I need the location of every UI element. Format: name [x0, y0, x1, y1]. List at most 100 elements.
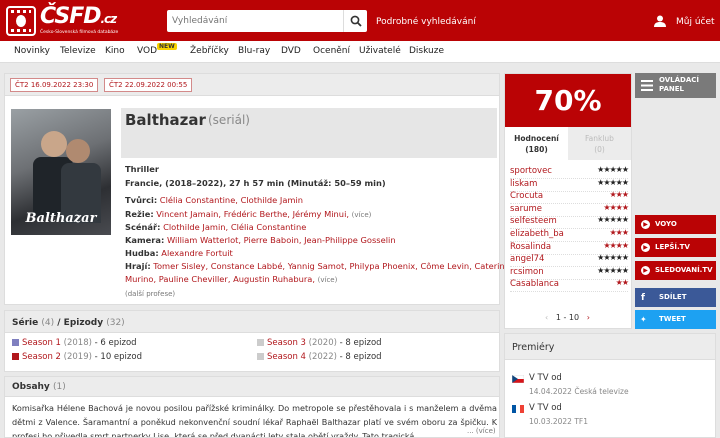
rating-panel: 70% Hodnocení (180) Fanklub (0) sportovec ★… — [504, 73, 632, 329]
search-input[interactable] — [167, 10, 343, 32]
nav-item-televize[interactable]: Televize — [60, 46, 96, 56]
synopsis-header: Obsahy (1) — [5, 377, 499, 397]
czech-flag-icon — [512, 375, 524, 383]
camera: Kamera: William Watterlot, Pierre Baboin… — [125, 235, 396, 245]
rating-row: Casablanca ★★ — [510, 278, 629, 293]
music: Hudba: Alexandre Fortuit — [125, 248, 233, 258]
director: Režie: Vincent Jamain, Frédéric Berthe, … — [125, 209, 372, 219]
cast-continued: Murino, Pauline Cheviller, Augustin Ruha… — [125, 274, 338, 284]
genre: Thriller — [125, 164, 159, 174]
logo[interactable]: ČSFD.cz Česko-Slovenská filmová databáze — [6, 4, 124, 38]
voyo-button[interactable]: ▶ VOYO — [635, 215, 716, 234]
rating-percent: 70% — [505, 74, 631, 127]
creators: Tvůrci: Clélia Constantine, Clothilde Ja… — [125, 195, 304, 205]
rating-stars: ★★★★★ — [597, 215, 629, 225]
premiere-item: V TV od 10.03.2022 TF1 — [512, 402, 708, 432]
rating-stars: ★★★★★ — [597, 253, 629, 263]
rating-pager: ‹ 1 - 10 › — [545, 313, 590, 322]
twitter-icon: ✦ — [640, 315, 647, 324]
rating-user-link[interactable]: sarume — [510, 204, 542, 214]
menu-icon — [641, 80, 653, 91]
tab-ratings[interactable]: Hodnocení (180) — [505, 127, 568, 160]
season-item[interactable]: Season 4 (2022) - 8 epizod — [257, 352, 382, 362]
control-panel-button[interactable]: OVLÁDACÍ PANEL — [635, 73, 716, 98]
nav-item-oceneni[interactable]: Ocenění — [313, 46, 350, 56]
season-item[interactable]: Season 1 (2018) - 6 epizod — [12, 338, 137, 348]
more-link[interactable]: (více) — [318, 276, 338, 284]
rating-user-link[interactable]: selfesteem — [510, 216, 557, 226]
lepsi-tv-button[interactable]: ▶ LEPŠÍ.TV — [635, 238, 716, 257]
rating-stars: ★★★★★ — [597, 165, 629, 174]
rating-stars: ★★★ — [609, 228, 628, 237]
user-icon — [654, 15, 666, 27]
search-icon — [350, 15, 362, 27]
new-badge: NEW — [157, 43, 177, 50]
screenplay: Scénář: Clothilde Jamin, Clélia Constant… — [125, 222, 307, 232]
nav-item-diskuze[interactable]: Diskuze — [409, 46, 444, 56]
nav-item-dvd[interactable]: DVD — [281, 46, 301, 56]
rating-stars: ★★ — [615, 278, 629, 288]
search-box — [167, 10, 367, 32]
season-color-square — [257, 339, 264, 346]
nav-item-zebricky[interactable]: Žebříčky — [190, 46, 229, 56]
rating-stars: ★★★★★ — [597, 177, 629, 187]
film-kind: (seriál) — [208, 113, 250, 127]
synopsis-more-link[interactable]: ... (více) — [467, 427, 496, 435]
tab-fanclub[interactable]: Fanklub (0) — [568, 127, 631, 160]
pager-prev[interactable]: ‹ — [545, 313, 548, 322]
season-item[interactable]: Season 2 (2019) - 10 epizod — [12, 352, 142, 362]
series-box: Série (4) / Epizody (32) Season 1 (2018)… — [4, 310, 500, 372]
logo-tagline: Česko-Slovenská filmová databáze — [40, 30, 119, 35]
french-flag-icon — [512, 405, 524, 413]
tv-dates-bar: ČT2 16.09.2022 23:30 ČT2 22.09.2022 00:5… — [5, 74, 499, 96]
nav-item-vod[interactable]: VOD — [137, 46, 157, 56]
nav-item-bluray[interactable]: Blu-ray — [238, 46, 270, 56]
main-nav: Novinky Televize Kino VOD NEW Žebříčky B… — [0, 41, 720, 63]
tv-date[interactable]: ČT2 16.09.2022 23:30 — [10, 78, 99, 92]
season-color-square — [12, 339, 19, 346]
pager-next[interactable]: › — [587, 313, 590, 322]
rating-user-link[interactable]: rcsimon — [510, 267, 544, 277]
film-icon — [6, 6, 36, 36]
twitter-tweet-button[interactable]: ✦ TWEET — [635, 310, 716, 329]
sledovani-tv-button[interactable]: ▶ SLEDOVANÍ.TV — [635, 261, 716, 280]
rating-stars: ★★★★ — [603, 240, 629, 250]
more-link[interactable]: (více) — [352, 211, 372, 219]
premieres-header: Premiéry — [505, 334, 715, 360]
season-item[interactable]: Season 3 (2020) - 8 epizod — [257, 338, 382, 348]
synopsis-box: Obsahy (1) Komisařka Hélene Bachová je n… — [4, 376, 500, 438]
advanced-search-link[interactable]: Podrobné vyhledávání — [376, 17, 476, 27]
rating-user-link[interactable]: liskam — [510, 179, 537, 189]
poster[interactable]: Balthazar — [11, 109, 111, 235]
pager-range: 1 - 10 — [555, 313, 580, 322]
rating-stars: ★★★ — [609, 190, 628, 200]
play-icon: ▶ — [641, 243, 650, 252]
tv-date[interactable]: ČT2 22.09.2022 00:55 — [104, 78, 193, 92]
rating-stars: ★★★★ — [603, 202, 629, 212]
film-title-bar: Balthazar (seriál) — [121, 108, 497, 158]
cast: Hrají: Tomer Sisley, Constance Labbé, Ya… — [125, 261, 510, 271]
nav-item-kino[interactable]: Kino — [105, 46, 125, 56]
film-box: ČT2 16.09.2022 23:30 ČT2 22.09.2022 00:5… — [4, 73, 510, 305]
rating-user-link[interactable]: sportovec — [510, 166, 552, 176]
premiere-item: V TV od 14.04.2022 Česká televize — [512, 372, 708, 402]
nav-item-uzivatele[interactable]: Uživatelé — [359, 46, 401, 56]
series-header: Série (4) / Epizody (32) — [5, 311, 499, 333]
top-bar: ČSFD.cz Česko-Slovenská filmová databáze… — [0, 0, 720, 41]
facebook-share-button[interactable]: f SDÍLET — [635, 288, 716, 307]
logo-brand: ČSFD.cz — [40, 4, 117, 29]
rating-user-link[interactable]: elizabeth_ba — [510, 229, 564, 239]
nav-item-novinky[interactable]: Novinky — [14, 46, 50, 56]
rating-stars: ★★★★★ — [597, 265, 629, 275]
play-icon: ▶ — [641, 220, 650, 229]
other-professions: (další profese) — [125, 290, 176, 298]
rating-user-link[interactable]: angel74 — [510, 254, 544, 264]
rating-user-link[interactable]: Crocuta — [510, 191, 543, 201]
rating-user-link[interactable]: Casablanca — [510, 279, 559, 289]
rating-row: rcsimon ★★★★★ — [510, 265, 629, 280]
season-color-square — [12, 353, 19, 360]
search-button[interactable] — [343, 10, 367, 32]
poster-title: Balthazar — [25, 211, 97, 226]
rating-user-link[interactable]: Rosalinda — [510, 242, 551, 252]
premieres-box: Premiéry V TV od 14.04.2022 Česká televi… — [504, 333, 716, 438]
